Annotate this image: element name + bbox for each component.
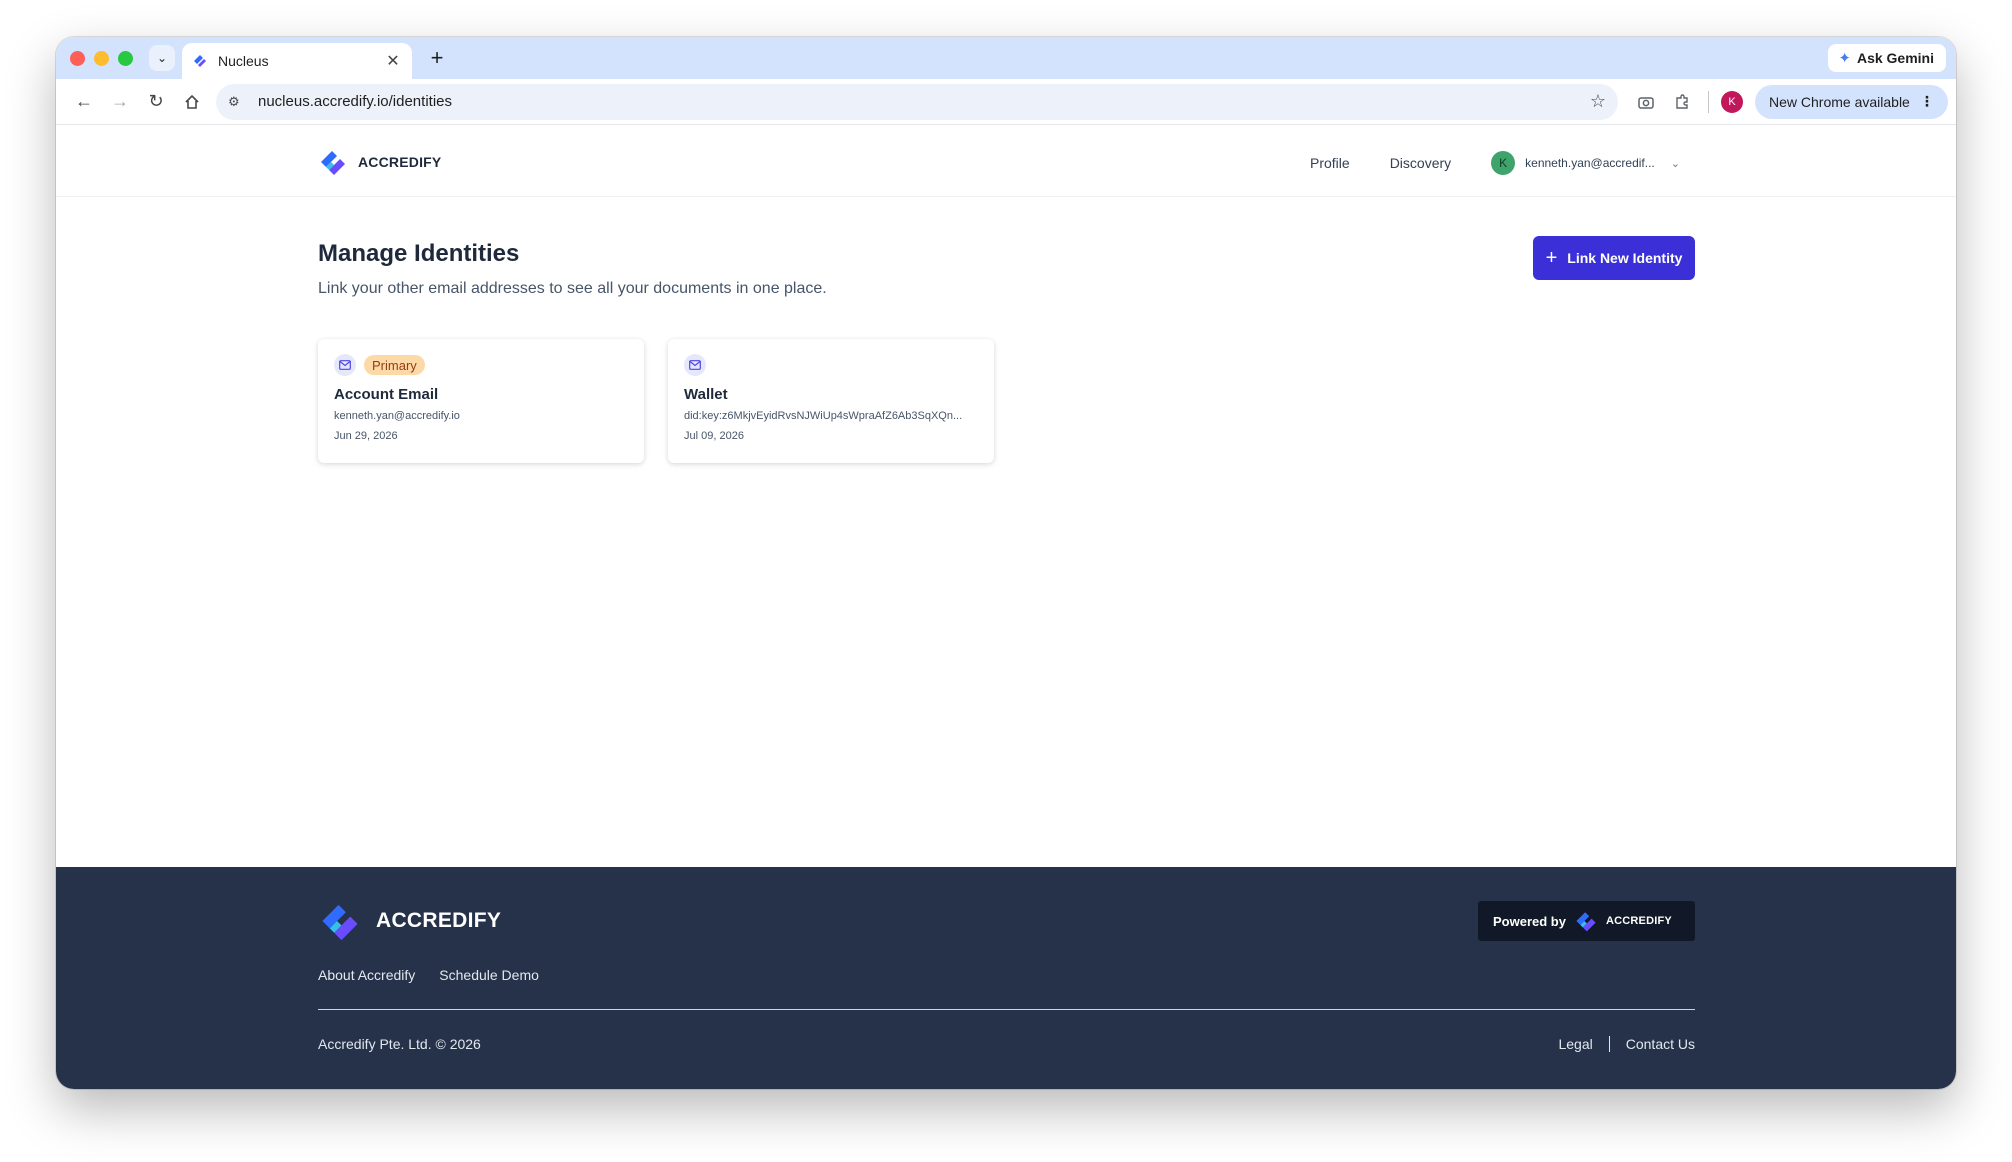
browser-toolbar: ← → ↻ ⚙ nucleus.accredify.io/identities … [56,79,1956,125]
gemini-spark-icon: ✦ [1838,50,1851,67]
accredify-logo-icon [1576,912,1596,932]
footer-brand-logo[interactable]: ACCREDIFY [318,899,501,943]
footer-link-contact[interactable]: Contact Us [1626,1036,1695,1052]
user-menu[interactable]: K kenneth.yan@accredif... ⌄ [1491,151,1680,175]
window-controls [70,50,133,66]
extensions-button[interactable] [1664,84,1700,120]
identity-date: Jul 09, 2026 [684,430,744,442]
footer-link-legal[interactable]: Legal [1558,1036,1592,1052]
close-window-button[interactable] [70,50,85,66]
identity-value: did:key:z6MkjvEyidRvsNJWiUp4sWpraAfZ6Ab3… [684,410,963,422]
toolbar-separator [1708,90,1709,113]
footer-copyright: Accredify Pte. Ltd. © 2026 [318,1036,481,1052]
new-chrome-available-button[interactable]: New Chrome available ⋮ [1755,84,1948,119]
footer-link-about[interactable]: About Accredify [318,967,415,983]
link-new-identity-button[interactable]: + Link New Identity [1533,236,1695,280]
site-settings-icon[interactable]: ⚙ [228,94,248,110]
nav-profile[interactable]: Profile [1310,155,1350,171]
arrow-right-icon: → [111,91,129,111]
top-nav: Profile Discovery K kenneth.yan@accredif… [1310,151,1680,175]
more-vert-icon: ⋮ [1919,93,1934,109]
user-avatar: K [1491,151,1516,175]
home-button[interactable] [174,84,210,120]
identity-card-account-email[interactable]: Primary Account Email kenneth.yan@accred… [318,339,644,463]
identity-card-wallet[interactable]: Wallet did:key:z6MkjvEyidRvsNJWiUp4sWpra… [668,339,994,463]
link-new-identity-label: Link New Identity [1567,250,1683,266]
update-label: New Chrome available [1769,93,1910,110]
ask-gemini-label: Ask Gemini [1856,50,1934,66]
accredify-favicon-icon [194,55,206,67]
new-tab-button[interactable]: + [424,45,450,71]
page-subtitle: Link your other email addresses to see a… [318,280,827,297]
browser-tab[interactable]: Nucleus ✕ [182,43,412,79]
footer-brand-name: ACCREDIFY [376,909,502,932]
tab-strip: ⌄ Nucleus ✕ + ✦ Ask Gemini [56,37,1956,79]
site-header: ACCREDIFY Profile Discovery K kenneth.ya… [56,125,1956,197]
accredify-logo-icon [322,904,358,941]
forward-button[interactable]: → [102,84,138,120]
camera-icon [1638,96,1654,109]
ask-gemini-button[interactable]: ✦ Ask Gemini [1828,44,1946,72]
identity-title: Account Email [334,386,439,403]
footer-divider [318,1009,1695,1010]
identity-value: kenneth.yan@accredify.io [334,410,460,422]
close-tab-icon[interactable]: ✕ [384,51,402,71]
chevron-down-icon: ⌄ [1670,157,1680,170]
user-email: kenneth.yan@accredif... [1525,156,1655,170]
page-content: ACCREDIFY Profile Discovery K kenneth.ya… [56,125,1956,1089]
plus-icon: + [1545,247,1558,269]
home-icon [185,94,199,109]
footer-legal-links: Legal Contact Us [1558,1036,1695,1052]
site-footer: ACCREDIFY Powered by ACCREDIFY About Acc… [56,867,1956,1089]
footer-link-demo[interactable]: Schedule Demo [439,967,539,983]
powered-by-label: Powered by [1493,913,1566,929]
browser-profile-avatar[interactable]: K [1721,90,1743,113]
reload-icon: ↻ [148,91,164,111]
powered-by-brand: ACCREDIFY [1605,915,1672,927]
nav-discovery[interactable]: Discovery [1390,155,1451,171]
maximize-window-button[interactable] [118,50,133,66]
screenshot-button[interactable] [1628,84,1664,120]
page-heading: Manage Identities Link your other email … [318,240,827,298]
minimize-window-button[interactable] [94,50,109,66]
brand-logo[interactable]: ACCREDIFY [318,147,441,177]
brand-name: ACCREDIFY [358,154,442,170]
browser-window: ⌄ Nucleus ✕ + ✦ Ask Gemini ← → ↻ ⚙ nucle… [56,37,1956,1089]
tab-search-button[interactable]: ⌄ [149,45,175,71]
identity-date: Jun 29, 2026 [334,430,398,442]
puzzle-icon [1676,93,1688,109]
bookmark-star-icon[interactable]: ☆ [1590,91,1606,112]
footer-link-separator [1608,1036,1610,1052]
tab-title: Nucleus [218,53,269,69]
primary-badge: Primary [364,355,425,375]
address-bar[interactable]: ⚙ nucleus.accredify.io/identities ☆ [216,83,1618,120]
identity-title: Wallet [684,386,728,403]
footer-links: About Accredify Schedule Demo [318,967,539,983]
accredify-logo-icon [321,151,345,175]
url-text: nucleus.accredify.io/identities [258,93,452,110]
mail-icon [334,354,356,376]
mail-icon [684,354,706,376]
page-title: Manage Identities [318,240,520,267]
arrow-left-icon: ← [75,91,93,111]
back-button[interactable]: ← [66,84,102,120]
chevron-down-icon: ⌄ [156,51,168,65]
reload-button[interactable]: ↻ [138,84,174,120]
powered-by-badge[interactable]: Powered by ACCREDIFY [1478,901,1695,941]
